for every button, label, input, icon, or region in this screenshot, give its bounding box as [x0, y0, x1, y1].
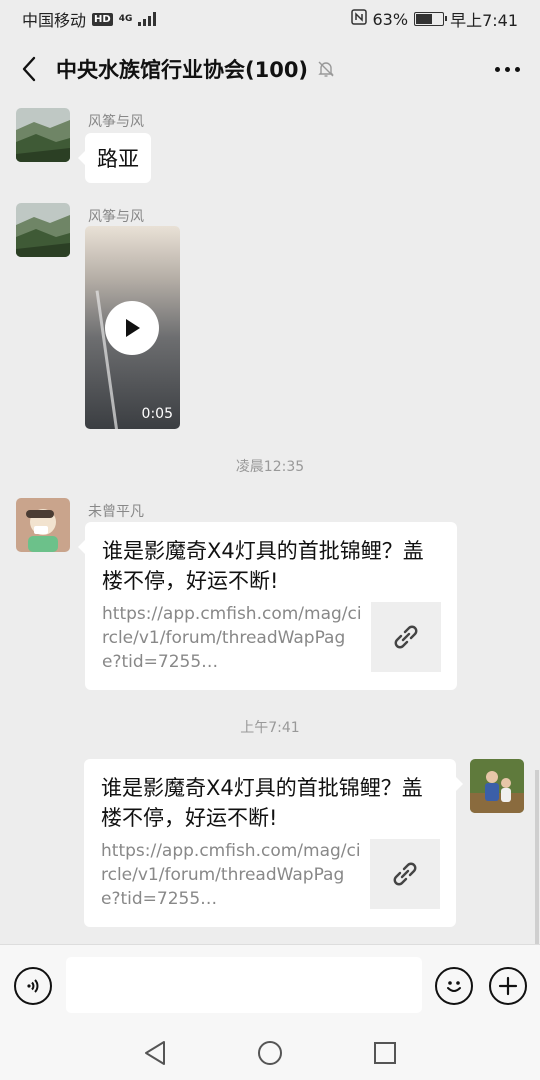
hd-badge: HD: [92, 12, 113, 26]
input-bar: [0, 944, 540, 1026]
status-right: 63% 早上7:41: [350, 7, 518, 31]
nfc-icon: [350, 9, 367, 29]
more-dots-icon: [495, 66, 500, 72]
avatar[interactable]: [470, 759, 524, 813]
message-input[interactable]: [66, 957, 422, 1013]
bell-off-icon: [316, 59, 336, 79]
nav-recents-icon[interactable]: [370, 1038, 400, 1068]
link-title: 谁是影魔奇X4灯具的首批锦鲤？盖楼不停，好运不断!: [101, 776, 423, 830]
sender-name: 未曾平凡: [88, 504, 144, 520]
battery-fill: [416, 14, 433, 24]
sender-name: 风筝与风: [88, 114, 144, 130]
sender-name: 风筝与风: [88, 209, 144, 225]
chat-timestamp: 上午7:41: [240, 720, 300, 736]
emoji-icon: [447, 981, 461, 992]
avatar[interactable]: [16, 203, 70, 257]
scrollbar[interactable]: [535, 770, 539, 944]
chat-title: 中央水族馆行业协会(100): [56, 58, 309, 82]
emoji-button[interactable]: [435, 967, 473, 1005]
message-bubble[interactable]: 路亚: [78, 133, 151, 183]
chat-header: 中央水族馆行业协会(100): [0, 38, 540, 100]
video-message[interactable]: 0:05: [85, 226, 180, 429]
status-bar: 中国移动 HD 4G 63% 早上7:41: [0, 0, 540, 38]
battery-percent: 63%: [372, 9, 409, 29]
chat-timestamp: 凌晨12:35: [235, 459, 305, 475]
status-left: 中国移动 HD 4G: [22, 7, 157, 31]
signal-icon: [138, 12, 157, 26]
nav-home-icon[interactable]: [255, 1038, 285, 1068]
link-url: https://app.cmfish.com/mag/circle/v1/for…: [102, 604, 362, 672]
chevron-left-icon: [22, 56, 36, 82]
network-type: 4G: [118, 13, 133, 24]
link-url: https://app.cmfish.com/mag/circle/v1/for…: [101, 841, 361, 909]
back-button[interactable]: [14, 49, 44, 89]
play-icon[interactable]: [105, 301, 159, 355]
battery-icon: [414, 12, 448, 26]
voice-button[interactable]: [14, 967, 52, 1005]
link-card[interactable]: 谁是影魔奇X4灯具的首批锦鲤？盖楼不停，好运不断! https://app.cm…: [84, 759, 463, 927]
plus-circle-icon: [498, 976, 518, 996]
link-title: 谁是影魔奇X4灯具的首批锦鲤？盖楼不停，好运不断!: [102, 539, 424, 593]
more-button[interactable]: [489, 57, 526, 82]
avatar[interactable]: [16, 108, 70, 162]
avatar[interactable]: [16, 498, 70, 552]
voice-icon: [27, 979, 39, 993]
carrier-label: 中国移动: [22, 11, 87, 30]
system-nav-bar: [0, 1026, 540, 1080]
link-icon: [370, 839, 440, 909]
status-time: 早上7:41: [450, 11, 518, 30]
link-url-row: https://app.cmfish.com/mag/circle/v1/for…: [102, 602, 441, 674]
nav-back-icon[interactable]: [140, 1038, 170, 1068]
video-duration: 0:05: [141, 406, 173, 422]
link-icon: [371, 602, 441, 672]
more-actions-button[interactable]: [489, 967, 527, 1005]
link-url-row: https://app.cmfish.com/mag/circle/v1/for…: [101, 839, 440, 911]
link-card[interactable]: 谁是影魔奇X4灯具的首批锦鲤？盖楼不停，好运不断! https://app.cm…: [78, 522, 457, 690]
